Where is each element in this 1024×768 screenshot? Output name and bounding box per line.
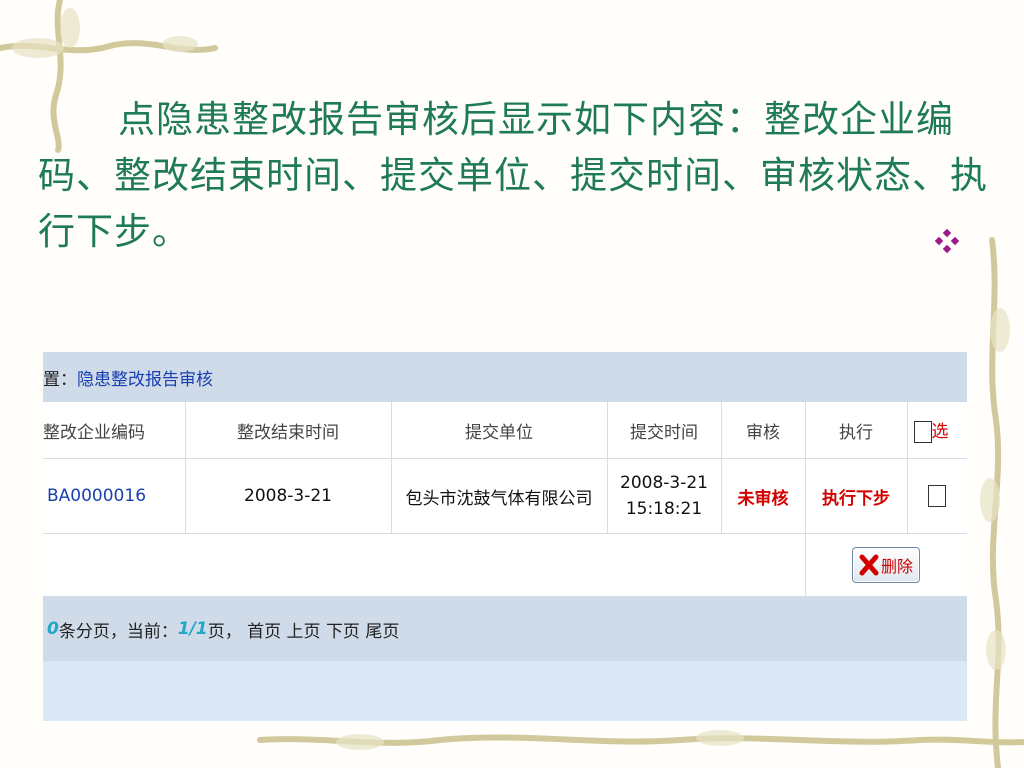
breadcrumb-link[interactable]: 隐患整改报告审核 bbox=[77, 365, 213, 390]
delete-cell: 删除 bbox=[805, 533, 967, 597]
column-header: 审核 bbox=[721, 402, 806, 459]
table-row: BA0000016 2008-3-21 包头市沈鼓气体有限公司 2008-3-2… bbox=[43, 458, 967, 534]
action-row: 删除 bbox=[43, 533, 967, 597]
column-header: 执行 bbox=[805, 402, 908, 459]
column-header: 提交时间 bbox=[607, 402, 722, 459]
end-date: 2008-3-21 bbox=[185, 458, 392, 534]
select-all-checkbox[interactable] bbox=[913, 421, 932, 443]
prev-page-link[interactable]: 上页 bbox=[287, 617, 321, 642]
audit-panel: 置： 隐患整改报告审核 整改企业编码 整改结束时间 提交单位 提交时间 审核 执… bbox=[43, 352, 967, 722]
select-all-header: 选 bbox=[907, 402, 967, 459]
submit-date: 2008-3-21 bbox=[620, 473, 708, 493]
submit-unit: 包头市沈鼓气体有限公司 bbox=[391, 458, 608, 534]
action-row-spacer bbox=[43, 533, 806, 597]
last-page-link[interactable]: 尾页 bbox=[365, 617, 399, 642]
submit-datetime: 2008-3-21 15:18:21 bbox=[607, 458, 722, 534]
column-header: 整改企业编码 bbox=[43, 402, 186, 459]
record-count: 0 bbox=[47, 619, 59, 639]
column-header: 整改结束时间 bbox=[185, 402, 392, 459]
count-suffix: 条分页，当前： bbox=[58, 621, 178, 642]
delete-button-label: 删除 bbox=[880, 557, 913, 576]
footer-band bbox=[43, 661, 967, 721]
report-table: 整改企业编码 整改结束时间 提交单位 提交时间 审核 执行 选 BA000001… bbox=[43, 402, 967, 597]
diamond-bullet-icon bbox=[934, 228, 960, 254]
next-step-link[interactable]: 执行下步 bbox=[805, 458, 908, 534]
audit-status: 未审核 bbox=[721, 458, 806, 534]
submit-time: 15:18:21 bbox=[625, 499, 703, 519]
column-header: 提交单位 bbox=[391, 402, 608, 459]
breadcrumb: 置： 隐患整改报告审核 bbox=[43, 352, 967, 402]
next-page-link[interactable]: 下页 bbox=[326, 617, 360, 642]
current-page: 1/1 bbox=[177, 619, 208, 639]
select-header-label: 选 bbox=[931, 422, 949, 442]
page-suffix: 页， bbox=[207, 621, 242, 642]
pagination-bar: 0 条分页，当前： 1/1 页， 首页 上页 下页 尾页 bbox=[43, 597, 967, 661]
delete-x-icon bbox=[859, 554, 879, 576]
delete-button[interactable]: 删除 bbox=[851, 547, 920, 583]
row-select-cell bbox=[907, 458, 967, 534]
first-page-link[interactable]: 首页 bbox=[247, 617, 281, 642]
row-checkbox[interactable] bbox=[928, 485, 946, 507]
table-header-row: 整改企业编码 整改结束时间 提交单位 提交时间 审核 执行 选 bbox=[43, 402, 967, 459]
breadcrumb-prefix: 置： bbox=[43, 369, 77, 390]
slide-instruction-text: 点隐患整改报告审核后显示如下内容：整改企业编码、整改结束时间、提交单位、提交时间… bbox=[38, 98, 988, 253]
enterprise-code[interactable]: BA0000016 bbox=[43, 458, 186, 534]
